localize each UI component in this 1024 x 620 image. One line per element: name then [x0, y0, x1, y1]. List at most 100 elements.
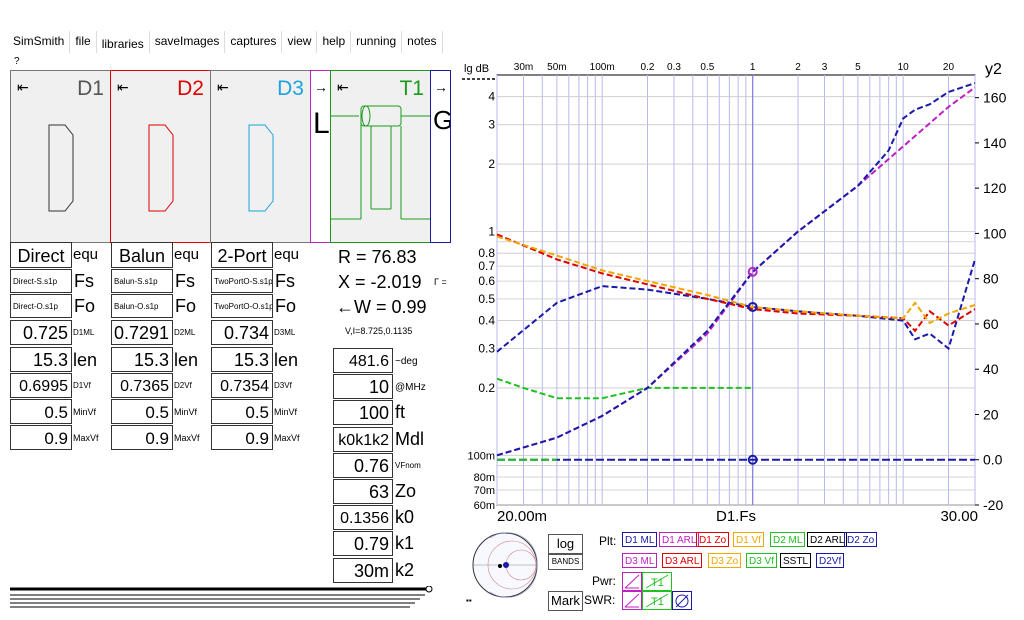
- legend-item[interactable]: D1 ARL: [659, 532, 700, 547]
- t1-param-value[interactable]: 0.79: [333, 531, 393, 557]
- menu-item-view[interactable]: view: [282, 31, 318, 53]
- pwr-toggle-magenta[interactable]: [622, 572, 642, 591]
- t1-param-value[interactable]: 30m: [333, 557, 393, 583]
- right-arrow-icon[interactable]: →: [314, 79, 328, 95]
- menu-item-libraries[interactable]: libraries: [96, 31, 150, 53]
- param-ml-field[interactable]: 0.725: [10, 320, 72, 345]
- menu-item-saveimages[interactable]: saveImages: [149, 31, 226, 53]
- d-shape-icon: [148, 124, 174, 212]
- top-tick-label: 100m: [590, 62, 615, 73]
- left-tick-label: 2: [488, 157, 495, 171]
- fs-file-field[interactable]: Direct-S.s1p: [10, 269, 72, 293]
- element-d3[interactable]: ⇤ D3: [210, 70, 311, 243]
- t1-param-value[interactable]: k0k1k2: [333, 426, 393, 452]
- element-d1[interactable]: ⇤ D1: [10, 70, 111, 243]
- param-maxvf-field[interactable]: 0.9: [211, 425, 273, 450]
- param-minvf-field[interactable]: 0.5: [211, 399, 273, 424]
- t1-param-value[interactable]: 0.76: [333, 452, 393, 478]
- svg-text:T1: T1: [651, 577, 664, 589]
- element-t1[interactable]: ⇤ T1: [330, 70, 431, 243]
- element-type-field[interactable]: Balun: [111, 242, 173, 268]
- left-arrow-icon[interactable]: ⇤: [17, 79, 29, 96]
- log-button[interactable]: log: [548, 534, 583, 554]
- swr-toggle-green[interactable]: T1: [642, 591, 672, 610]
- element-type-field[interactable]: 2-Port: [211, 242, 273, 268]
- element-type-field[interactable]: Direct: [10, 242, 72, 268]
- fs-file-field[interactable]: Balun-S.s1p: [111, 269, 173, 293]
- t1-param-value[interactable]: 63: [333, 479, 393, 504]
- resistance-readout: R = 76.83: [338, 247, 417, 267]
- param-ml-label: D3ML: [274, 328, 296, 337]
- element-d1-name: D1: [77, 77, 104, 100]
- t1-param-value[interactable]: 100: [333, 400, 393, 426]
- element-l[interactable]: → L: [310, 70, 331, 243]
- fo-file-field[interactable]: Balun-O.s1p: [111, 294, 173, 318]
- legend-item[interactable]: D3 ARL: [662, 553, 703, 568]
- param-maxvf-field[interactable]: 0.9: [10, 425, 72, 450]
- left-arrow-icon[interactable]: ⇤: [217, 79, 229, 96]
- menu-item-running[interactable]: running: [351, 31, 403, 53]
- equ-label: equ: [174, 246, 200, 263]
- menu-item-file[interactable]: file: [70, 31, 97, 53]
- element-g[interactable]: → G: [430, 70, 451, 243]
- param-maxvf-field[interactable]: 0.9: [111, 425, 173, 450]
- help-mark[interactable]: ?: [14, 56, 20, 67]
- param-vf-field[interactable]: 0.6995: [10, 373, 72, 398]
- param-ml-field[interactable]: 0.7291: [111, 320, 173, 345]
- legend-item[interactable]: D3 ML: [622, 553, 658, 568]
- t1-param-value[interactable]: 481.6: [333, 348, 393, 373]
- fo-file-field[interactable]: Direct-O.s1p: [10, 294, 72, 318]
- right-arrow-icon[interactable]: →: [434, 79, 448, 95]
- fo-file-field[interactable]: TwoPortO-O.s1p: [211, 294, 273, 318]
- x-end-label: 30.00: [940, 508, 978, 525]
- mark-button[interactable]: Mark: [548, 591, 583, 611]
- pwr-toggle-green[interactable]: T1: [642, 572, 672, 591]
- t1-param-label: Zo: [395, 481, 417, 501]
- t1-param-label: ~deg: [395, 356, 418, 367]
- right-tick-label: -20: [983, 497, 1003, 513]
- legend-item[interactable]: SSTL: [780, 553, 812, 568]
- legend-item[interactable]: D3 Zo: [708, 553, 742, 568]
- left-tick-label: 0.3: [478, 342, 495, 356]
- right-tick-label: 140: [983, 135, 1007, 151]
- element-d2[interactable]: ⇤ D2: [110, 70, 211, 243]
- param-minvf-field[interactable]: 0.5: [10, 399, 72, 424]
- legend-item[interactable]: D2 ARL: [807, 532, 848, 547]
- swr-toggle-blue[interactable]: [672, 591, 692, 610]
- legend-item[interactable]: D1 Zo: [696, 532, 730, 547]
- legend-item[interactable]: D2Vf: [816, 553, 845, 568]
- param-vf-field[interactable]: 0.7365: [111, 373, 173, 398]
- plot-chart[interactable]: 30m 50m 100m 0.2 0.3 0.5 1 2 3 5 10 20lg dB43210.80…: [462, 55, 1022, 525]
- legend-item[interactable]: D2 Zo: [844, 532, 878, 547]
- t1-param-value[interactable]: 0.1356: [333, 505, 393, 531]
- menu-item-simsmith[interactable]: SimSmith: [8, 31, 71, 53]
- param-ml-label: D1ML: [73, 328, 95, 337]
- t1-param-label: ft: [395, 402, 406, 423]
- legend-item[interactable]: D2 ML: [770, 532, 806, 547]
- param-len-field[interactable]: 15.3: [111, 347, 173, 372]
- top-tick-label: 0.2: [641, 62, 655, 73]
- fs-file-field[interactable]: TwoPortO-S.s1p: [211, 269, 273, 293]
- param-minvf-field[interactable]: 0.5: [111, 399, 173, 424]
- smith-chart-icon[interactable]: [470, 530, 540, 600]
- right-tick-label: 60: [983, 316, 999, 332]
- swr-label: SWR:: [584, 593, 616, 607]
- param-vf-field[interactable]: 0.7354: [211, 373, 273, 398]
- left-arrow-icon[interactable]: ⇤: [117, 79, 129, 96]
- param-ml-field[interactable]: 0.734: [211, 320, 273, 345]
- top-tick-label: 2: [795, 62, 801, 73]
- swr-toggle-magenta[interactable]: [622, 591, 642, 610]
- param-len-field[interactable]: 15.3: [211, 347, 273, 372]
- menu-item-captures[interactable]: captures: [225, 31, 283, 53]
- menu-item-notes[interactable]: notes: [402, 31, 443, 53]
- legend-item[interactable]: D1 ML: [622, 532, 658, 547]
- legend-item[interactable]: D3 Vf: [746, 553, 778, 568]
- right-tick-label: 20: [983, 406, 999, 422]
- menu-item-help[interactable]: help: [317, 31, 352, 53]
- t1-param-value[interactable]: 10: [333, 374, 393, 400]
- param-len-field[interactable]: 15.3: [10, 347, 72, 372]
- right-tick-label: 0.0: [983, 452, 1003, 468]
- legend-item[interactable]: D1 Vf: [733, 532, 765, 547]
- vi-readout: V,I=8.725,0.1135: [345, 326, 413, 336]
- bands-button[interactable]: BANDS: [548, 554, 583, 570]
